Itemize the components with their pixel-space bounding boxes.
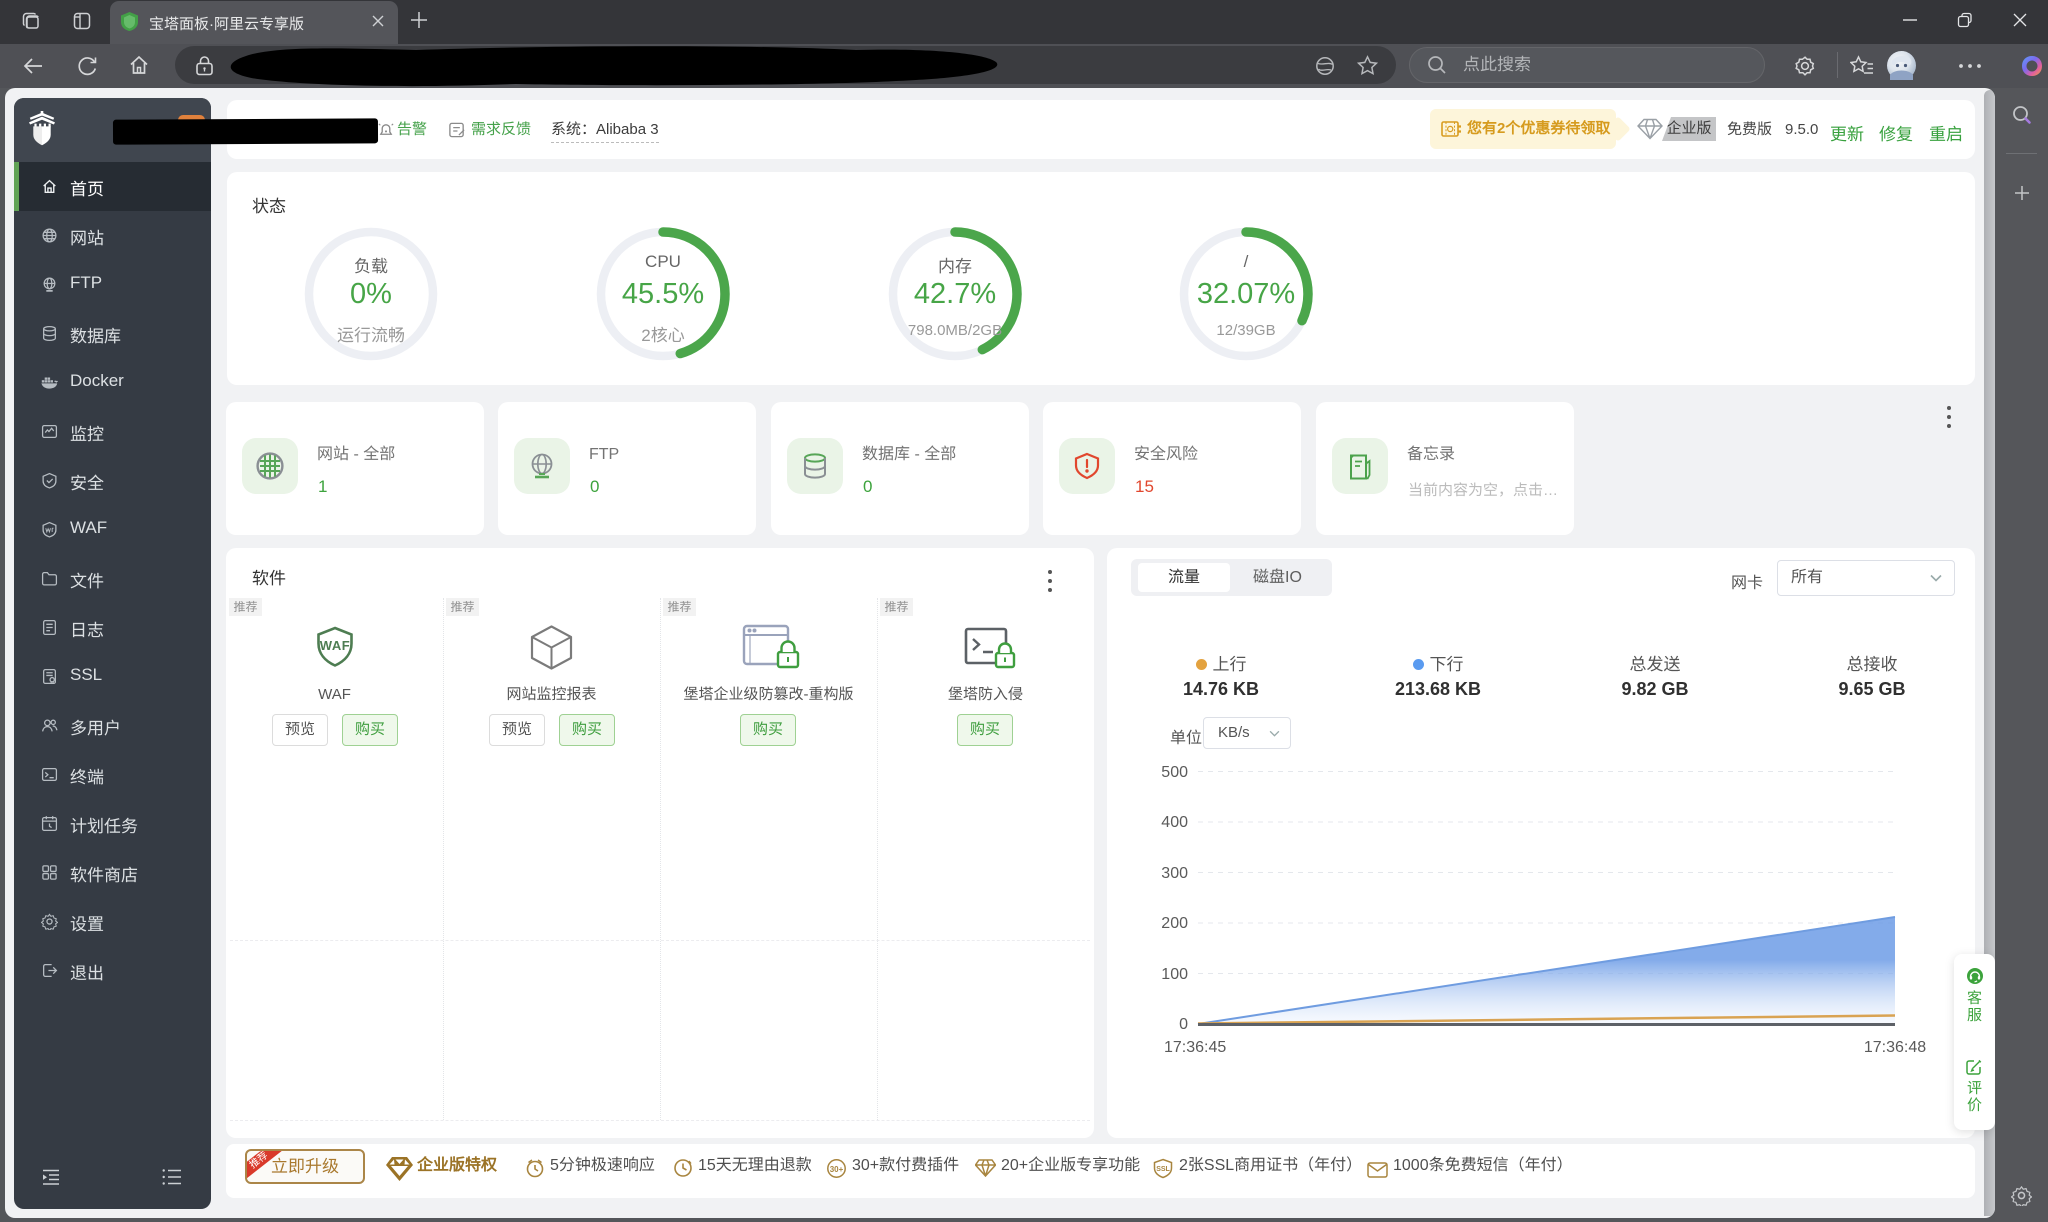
svg-text:400: 400 [1161, 814, 1188, 831]
svg-text:500: 500 [1161, 764, 1188, 781]
svg-text:17:36:45: 17:36:45 [1164, 1039, 1226, 1056]
svg-text:200: 200 [1161, 915, 1188, 932]
svg-text:100: 100 [1161, 966, 1188, 983]
svg-text:SSL: SSL [1156, 1166, 1170, 1173]
svg-text:0: 0 [1179, 1016, 1188, 1033]
svg-text:30+: 30+ [830, 1165, 844, 1174]
svg-text:300: 300 [1161, 865, 1188, 882]
svg-text:17:36:48: 17:36:48 [1864, 1039, 1926, 1056]
